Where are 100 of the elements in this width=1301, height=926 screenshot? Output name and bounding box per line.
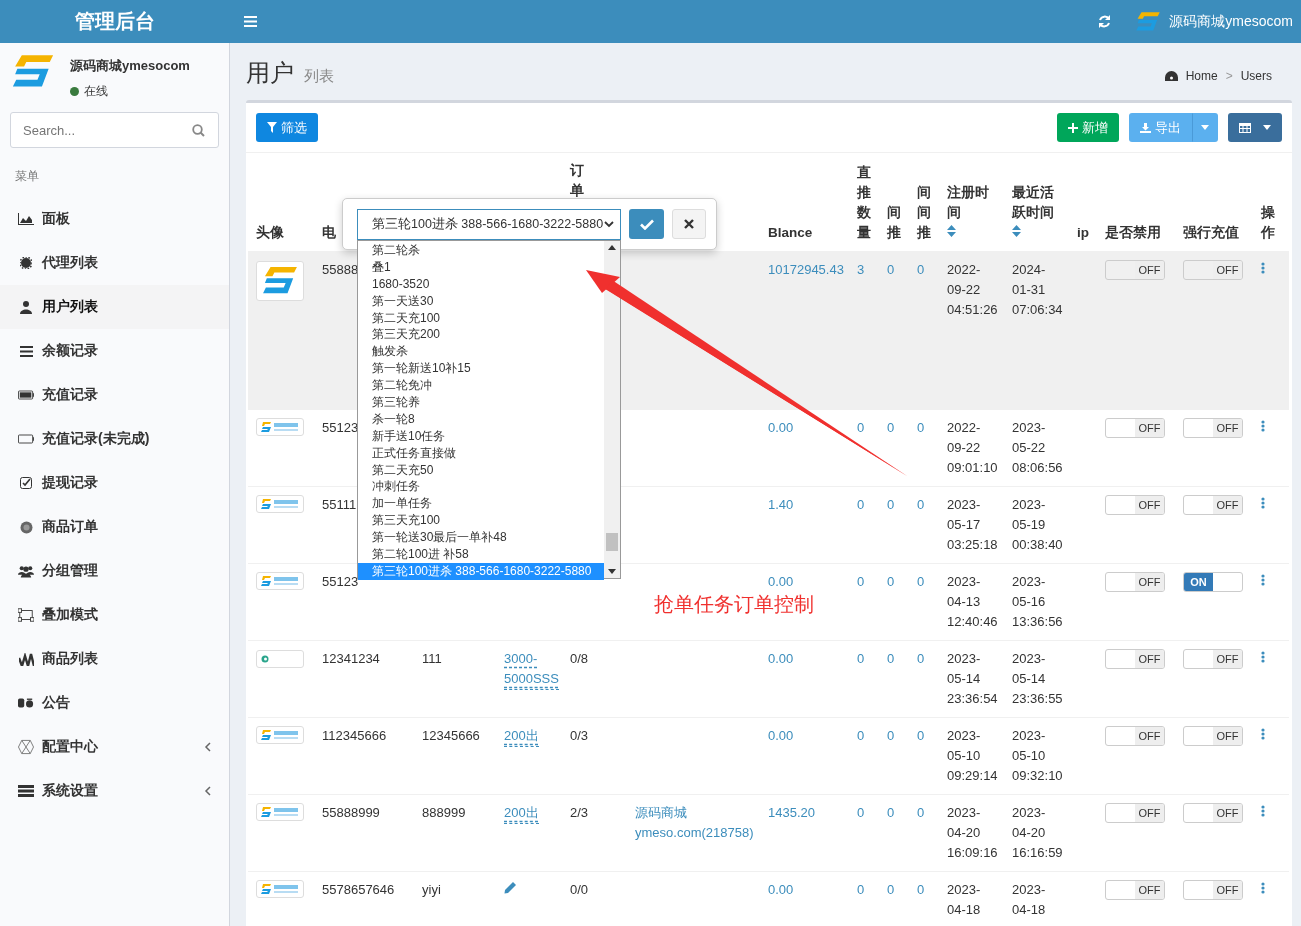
toggle-switch[interactable]: OFF [1183, 726, 1243, 746]
sidebar-item[interactable]: 叠加模式 [0, 593, 229, 637]
dropdown-option[interactable]: 第三天充200 [358, 326, 445, 344]
users-icon [18, 564, 34, 578]
sidebar-item[interactable]: 配置中心 [0, 725, 229, 769]
logo-icon [261, 421, 301, 433]
breadcrumb-link[interactable]: Users [1240, 69, 1272, 83]
sidebar-item[interactable]: 充值记录(未完成) [0, 417, 229, 461]
sidebar-item[interactable]: 商品列表 [0, 637, 229, 681]
toggle-switch[interactable]: OFF [1105, 418, 1165, 438]
toggle-switch[interactable]: OFF [1183, 649, 1243, 669]
toggle-switch[interactable]: OFF [1183, 803, 1243, 823]
toggle-switch[interactable]: OFF [1183, 880, 1243, 900]
toggle-switch[interactable]: ON [1183, 572, 1243, 592]
referrer-link[interactable]: 源码商城 ymeso.com(218758) [635, 803, 754, 843]
search-icon[interactable] [192, 124, 205, 137]
dropdown-option[interactable]: 冲刺任务 [358, 478, 424, 496]
group-link[interactable]: 200出 [504, 803, 539, 824]
chevron-icon[interactable] [204, 786, 211, 796]
dropdown-option[interactable]: 新手送10任务 [358, 427, 450, 445]
sidebar-item[interactable]: 提现记录 [0, 461, 229, 505]
toggle-switch[interactable]: OFF [1105, 803, 1165, 823]
dropdown-option[interactable]: 第二轮免冲 [358, 377, 436, 394]
dropdown-option[interactable]: 第一轮送30最后一单补48 [358, 529, 511, 547]
group-link[interactable]: 3000-5000SSS [504, 649, 559, 690]
toggle-switch[interactable]: OFF [1105, 495, 1165, 515]
filter-button[interactable]: 筛选 [256, 113, 318, 142]
table-cell: 0 [857, 728, 865, 743]
sidebar-item[interactable]: 分组管理 [0, 549, 229, 593]
table-cell: 0 [887, 420, 895, 435]
more-icon[interactable] [1261, 651, 1265, 663]
more-icon[interactable] [1261, 262, 1265, 274]
table-cell: 0 [887, 574, 895, 589]
sort-icon[interactable] [1012, 225, 1021, 237]
breadcrumb-link[interactable]: Home [1185, 69, 1218, 83]
dropdown-option[interactable]: 第二轮100进 补58 [358, 546, 473, 563]
dropdown-option[interactable]: 第二天充50 [358, 461, 438, 479]
dropdown-option[interactable]: 第三天充100 [358, 512, 445, 530]
toggle-switch[interactable]: OFF [1105, 572, 1165, 592]
behance-icon [18, 697, 34, 709]
more-icon[interactable] [1261, 805, 1265, 817]
sidebar-item[interactable]: 余额记录 [0, 329, 229, 373]
select-field[interactable]: 第三轮100进杀 388-566-1680-3222-5880 [357, 208, 621, 240]
dropdown-option[interactable]: 叠1 [358, 258, 395, 276]
menu-icon[interactable] [244, 16, 257, 27]
dropdown-option[interactable]: 第一轮新送10补15 [358, 360, 475, 378]
toggle-switch[interactable]: OFF [1105, 649, 1165, 669]
toggle-switch[interactable]: OFF [1105, 880, 1165, 900]
toggle-switch[interactable]: OFF [1105, 260, 1165, 280]
table-cell: 2023-04-18 [1012, 882, 1046, 917]
cancel-button[interactable] [672, 209, 706, 239]
more-icon[interactable] [1261, 497, 1265, 509]
toggle-switch[interactable]: OFF [1183, 495, 1243, 515]
dropdown-option[interactable]: 触发杀 [358, 343, 412, 361]
brand-title[interactable]: 管理后台 [0, 8, 230, 35]
table-cell: 0 [917, 497, 925, 512]
sidebar-item[interactable]: 代理列表 [0, 241, 229, 285]
sidebar-item[interactable]: 公告 [0, 681, 229, 725]
column-header: 最近活跃时间 [1012, 185, 1054, 220]
table-cell: 55888999 [322, 805, 380, 820]
table-cell: 0.00 [768, 728, 794, 743]
sidebar-item[interactable]: 系统设置 [0, 769, 229, 813]
table-cell: 12345666 [422, 728, 480, 743]
dropdown-option[interactable]: 杀一轮8 [358, 410, 419, 428]
dropdown-option[interactable]: 第二天充100 [358, 309, 445, 327]
more-icon[interactable] [1261, 574, 1265, 586]
toggle-switch[interactable]: OFF [1105, 726, 1165, 746]
scroll-thumb[interactable] [606, 533, 618, 551]
dropdown-option[interactable]: 正式任务直接做 [358, 444, 460, 462]
dropdown-option[interactable]: 加一单任务 [358, 495, 436, 513]
chevron-icon[interactable] [204, 742, 211, 752]
sidebar-item[interactable]: 用户列表 [0, 285, 229, 329]
pencil-icon[interactable] [504, 881, 517, 894]
columns-button[interactable] [1228, 113, 1282, 142]
more-icon[interactable] [1261, 882, 1265, 894]
dropdown-toggle[interactable] [1192, 113, 1219, 142]
sort-icon[interactable] [947, 225, 956, 237]
refresh-icon[interactable] [1098, 15, 1112, 28]
scroll-down-icon[interactable] [608, 569, 616, 574]
dropdown-option[interactable]: 第二轮杀 [358, 242, 424, 259]
dropdown-option[interactable]: 第三轮养 [358, 394, 424, 411]
toggle-switch[interactable]: OFF [1183, 418, 1243, 438]
group-link[interactable]: 200出 [504, 726, 539, 747]
dropdown-option[interactable]: 第一天送30 [358, 292, 438, 310]
sidebar-item[interactable]: 充值记录 [0, 373, 229, 417]
menu-header: 菜单 [14, 168, 40, 185]
sidebar-item[interactable]: 面板 [0, 197, 229, 241]
confirm-button[interactable] [629, 209, 664, 239]
table-cell: 2023-05-14 23:36:54 [947, 651, 998, 706]
logo-icon [261, 655, 269, 663]
sidebar-item[interactable]: 商品订单 [0, 505, 229, 549]
toggle-switch[interactable]: OFF [1183, 260, 1243, 280]
user-name[interactable]: 源码商城ymesocom [1169, 12, 1293, 31]
checkbox-icon [20, 477, 32, 489]
scrollbar[interactable] [604, 241, 620, 578]
more-icon[interactable] [1261, 420, 1265, 432]
table-cell: 2023-05-17 03:25:18 [947, 497, 998, 552]
dropdown-option[interactable]: 1680-3520 [358, 275, 434, 293]
more-icon[interactable] [1261, 728, 1265, 740]
search-field[interactable]: Search... [10, 112, 219, 148]
